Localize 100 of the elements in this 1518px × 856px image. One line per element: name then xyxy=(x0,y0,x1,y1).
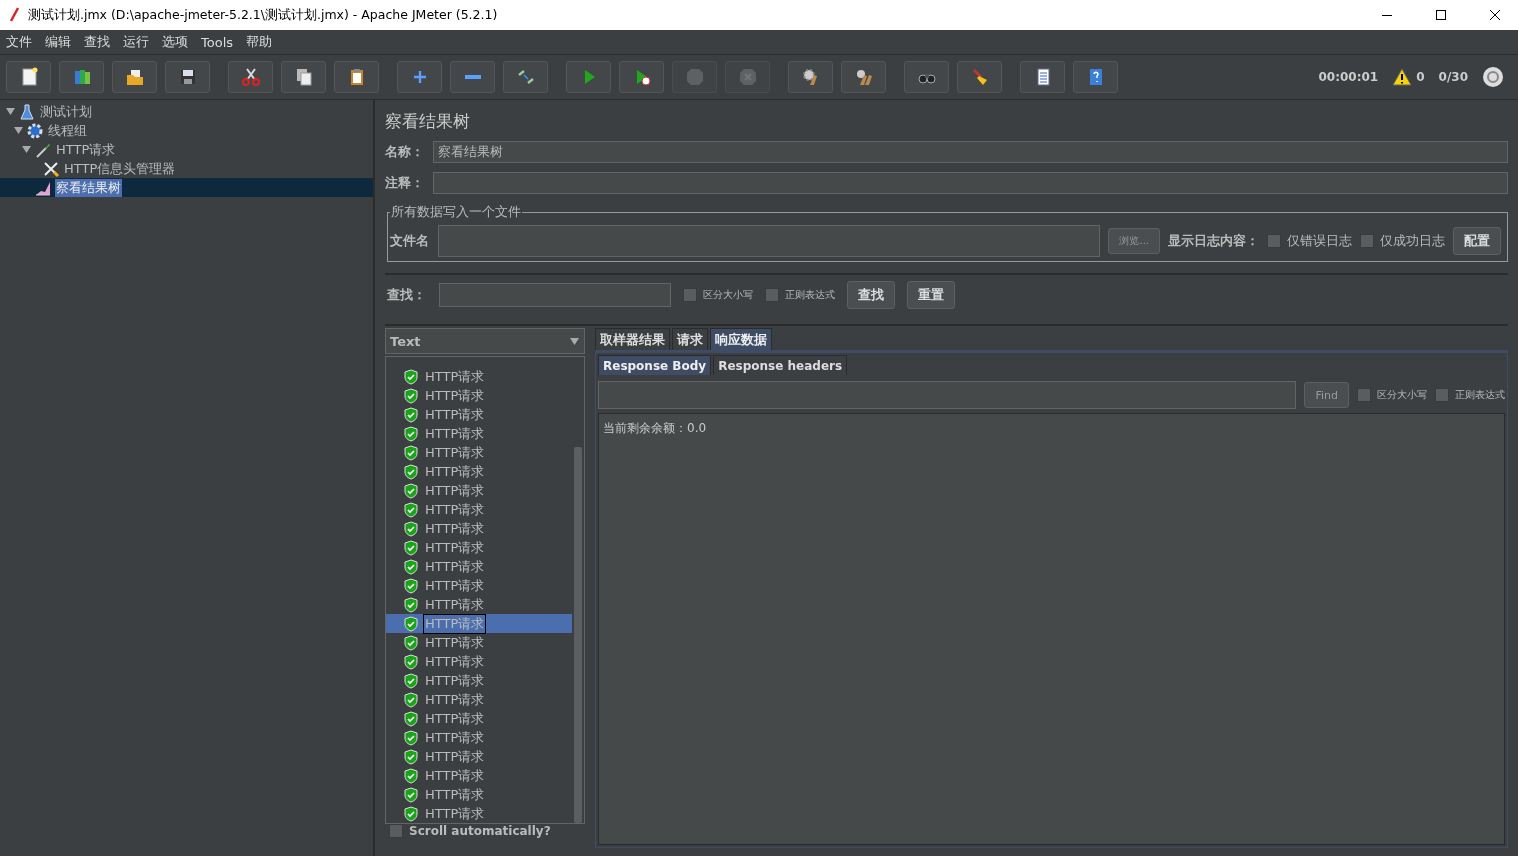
result-item[interactable]: HTTP请求 xyxy=(424,481,486,500)
functions-button[interactable] xyxy=(1020,61,1065,93)
result-item[interactable]: HTTP请求 xyxy=(424,443,486,462)
menu-item[interactable]: 查找 xyxy=(84,33,110,51)
tab[interactable]: 请求 xyxy=(672,328,708,350)
result-item[interactable]: HTTP请求 xyxy=(424,709,486,728)
clear-all-button[interactable] xyxy=(841,61,886,93)
expanded-arrow-icon[interactable] xyxy=(14,126,23,135)
check-shield-icon xyxy=(404,615,418,632)
check-shield-icon xyxy=(404,501,418,518)
menu-item[interactable]: 文件 xyxy=(6,33,32,51)
tree-item[interactable]: 线程组 xyxy=(47,121,88,140)
result-item[interactable]: HTTP请求 xyxy=(424,386,486,405)
menu-item[interactable]: 帮助 xyxy=(246,33,273,51)
result-item[interactable]: HTTP请求 xyxy=(424,519,486,538)
check-shield-icon xyxy=(404,653,418,670)
checkbox[interactable] xyxy=(1357,388,1371,402)
result-item[interactable]: HTTP请求 xyxy=(424,424,486,443)
result-item[interactable]: HTTP请求 xyxy=(424,766,486,785)
flask-icon xyxy=(18,102,36,121)
result-item[interactable]: HTTP请求 xyxy=(424,671,486,690)
menu-item[interactable]: 运行 xyxy=(123,33,149,51)
configure-button[interactable]: 配置 xyxy=(1453,227,1501,255)
search-field[interactable] xyxy=(439,283,671,307)
checkbox[interactable] xyxy=(1435,388,1449,402)
tree-item[interactable]: HTTP信息头管理器 xyxy=(63,159,177,178)
warning-icon[interactable] xyxy=(1392,68,1413,86)
result-item[interactable]: HTTP请求 xyxy=(424,576,486,595)
menu-item[interactable]: 选项 xyxy=(162,33,188,51)
collapse-button[interactable] xyxy=(450,61,495,93)
result-item[interactable]: HTTP请求 xyxy=(424,557,486,576)
new-button[interactable] xyxy=(6,61,51,93)
expanded-arrow-icon[interactable] xyxy=(22,145,31,154)
tree-item[interactable]: 察看结果树 xyxy=(55,178,122,197)
find-field[interactable] xyxy=(598,381,1297,409)
expanded-arrow-icon[interactable] xyxy=(6,107,15,116)
open-button[interactable] xyxy=(112,61,157,93)
tab[interactable]: Response headers xyxy=(713,355,848,375)
result-item[interactable]: HTTP请求 xyxy=(424,367,486,386)
window-title: 测试计划.jmx (D:\apache-jmeter-5.2.1\测试计划.jmx) - Apache JMeter (5.2.1) xyxy=(28,6,498,24)
find-button[interactable]: Find xyxy=(1304,382,1349,408)
name-field[interactable]: 察看结果树 xyxy=(433,141,1508,163)
save-button[interactable] xyxy=(165,61,210,93)
tab[interactable]: Response Body xyxy=(598,355,712,375)
expand-button[interactable] xyxy=(397,61,442,93)
field-label: 注释： xyxy=(385,174,425,192)
tab[interactable]: 响应数据 xyxy=(710,328,772,350)
check-shield-icon xyxy=(404,387,418,404)
paste-button[interactable] xyxy=(334,61,379,93)
menu-item[interactable]: 编辑 xyxy=(45,33,71,51)
checkbox[interactable] xyxy=(765,288,779,302)
tree-item[interactable]: 测试计划 xyxy=(39,102,93,121)
result-item[interactable]: HTTP请求 xyxy=(424,405,486,424)
start-no-pause-button[interactable] xyxy=(619,61,664,93)
field-label: 文件名 xyxy=(390,232,430,250)
result-item[interactable]: HTTP请求 xyxy=(424,595,486,614)
response-text: 当前剩余余额：0.0 xyxy=(603,421,707,435)
reset-button[interactable]: 重置 xyxy=(907,281,955,309)
stop-cross-icon xyxy=(737,67,758,87)
filename-field[interactable] xyxy=(438,225,1101,257)
clear-button[interactable] xyxy=(788,61,833,93)
result-item[interactable]: HTTP请求 xyxy=(424,690,486,709)
result-item[interactable]: HTTP请求 xyxy=(424,728,486,747)
result-item[interactable]: HTTP请求 xyxy=(424,804,486,823)
search-button[interactable] xyxy=(904,61,949,93)
start-button[interactable] xyxy=(566,61,611,93)
templates-button[interactable] xyxy=(59,61,104,93)
browse-button[interactable]: 浏览... xyxy=(1108,228,1160,254)
checkbox[interactable] xyxy=(683,288,697,302)
result-item[interactable]: HTTP请求 xyxy=(424,500,486,519)
dropdown-arrow-icon xyxy=(570,337,579,345)
comment-field[interactable] xyxy=(433,172,1508,194)
check-shield-icon xyxy=(404,786,418,803)
menu-item[interactable]: Tools xyxy=(201,34,234,50)
result-item[interactable]: HTTP请求 xyxy=(424,785,486,804)
result-item[interactable]: HTTP请求 xyxy=(424,652,486,671)
feather-icon xyxy=(8,7,20,23)
result-item[interactable]: HTTP请求 xyxy=(424,633,486,652)
check-shield-icon xyxy=(404,729,418,746)
checkbox[interactable] xyxy=(1267,234,1281,248)
check-shield-icon xyxy=(404,368,418,385)
result-item[interactable]: HTTP请求 xyxy=(424,462,486,481)
tree-item[interactable]: HTTP请求 xyxy=(55,140,117,159)
maximize-icon xyxy=(1436,10,1446,20)
cut-button[interactable] xyxy=(228,61,273,93)
result-item[interactable]: HTTP请求 xyxy=(424,747,486,766)
tab[interactable]: 取样器结果 xyxy=(595,328,670,350)
warning-count: 0 xyxy=(1416,70,1425,84)
minus-icon xyxy=(464,75,481,79)
copy-button[interactable] xyxy=(281,61,326,93)
checkbox[interactable] xyxy=(389,824,403,838)
find-button[interactable]: 查找 xyxy=(847,281,895,309)
result-item[interactable]: HTTP请求 xyxy=(424,538,486,557)
reset-search-button[interactable] xyxy=(957,61,1002,93)
scrollbar-thumb[interactable] xyxy=(574,447,582,823)
toggle-button[interactable] xyxy=(503,61,548,93)
checkbox[interactable] xyxy=(1360,234,1374,248)
renderer-dropdown[interactable]: Text xyxy=(385,328,585,354)
help-button[interactable] xyxy=(1073,61,1118,93)
minimize-icon xyxy=(1382,14,1392,16)
